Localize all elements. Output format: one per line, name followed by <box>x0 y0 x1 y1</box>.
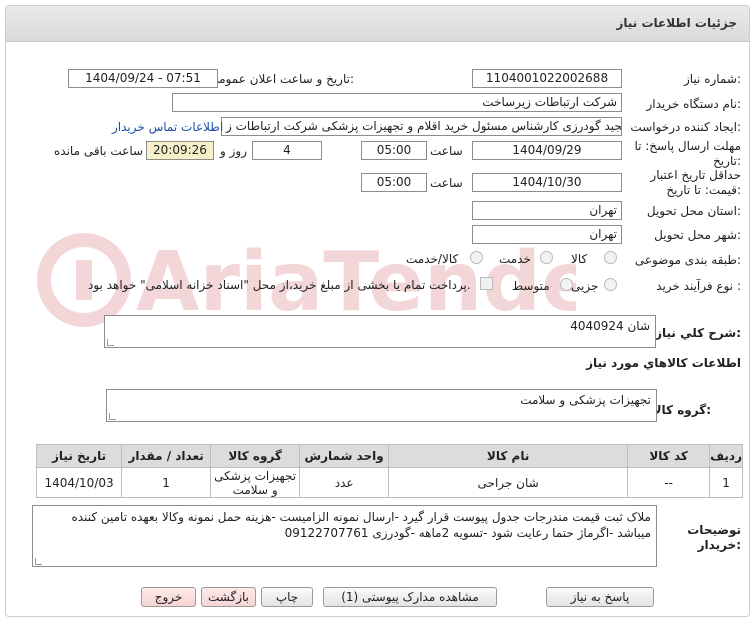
need-number-label: شماره نیاز: <box>683 72 741 86</box>
province-label: استان محل تحویل: <box>646 204 741 218</box>
process-minor-label: جزیی <box>571 279 599 293</box>
reply-button[interactable]: پاسخ به نیاز <box>546 587 654 607</box>
days-field: 4 <box>252 141 322 160</box>
cell-row: 1 <box>709 467 743 498</box>
validity-time-label: ساعت <box>430 176 463 190</box>
goods-group-textarea: تجهیزات پزشکی و سلامت <box>106 389 657 422</box>
treasury-checkbox[interactable] <box>480 277 493 290</box>
cell-group: تجهیزات پزشکی و سلامت <box>210 467 301 498</box>
goods-group-label: گروه کالا: <box>652 403 711 417</box>
category-goods-label: کالا <box>571 252 588 266</box>
reply-time-label: ساعت <box>430 144 463 158</box>
day-and-label: روز و <box>220 144 247 158</box>
cell-code: -- <box>627 467 711 498</box>
need-number-field: 1104001022002688 <box>472 69 622 88</box>
details-panel: جزئیات اطلاعات نیاز AriaTender.net شماره… <box>5 5 750 617</box>
category-service-radio[interactable] <box>540 251 553 264</box>
validity-time-field: 05:00 <box>361 173 427 192</box>
buyer-notes-textarea: ملاک ثبت قیمت مندرجات جدول پیوست قرار گی… <box>32 505 657 567</box>
category-goods-service-radio[interactable] <box>470 251 483 264</box>
summary-textarea: شان 4040924 <box>104 315 656 348</box>
contact-info-link[interactable]: اطلاعات تماس خریدار <box>112 120 223 134</box>
summary-label: شرح کلي نياز: <box>655 326 741 340</box>
category-service-label: خدمت <box>499 252 531 266</box>
validity-label: حداقل تاریخ اعتبار <box>650 168 741 182</box>
process-minor-radio[interactable] <box>604 278 617 291</box>
cell-name: شان جراحی <box>388 467 629 498</box>
resize-grip-icon[interactable] <box>35 558 42 565</box>
reply-deadline-label-2: تاریخ: <box>713 154 741 168</box>
goods-info-heading: اطلاعات كالاهاي مورد نياز <box>586 356 741 370</box>
requester-field: مجید گودرزی کارشناس مسئول خرید اقلام و ت… <box>221 117 622 136</box>
cell-unit: عدد <box>299 467 390 498</box>
reply-deadline-label: مهلت ارسال پاسخ: تا <box>634 139 741 153</box>
validity-date-field: 1404/10/30 <box>472 173 622 192</box>
buyer-org-field: شرکت ارتباطات زیرساخت <box>172 93 622 112</box>
cell-qty: 1 <box>121 467 212 498</box>
col-name-header: نام کالا <box>388 444 629 468</box>
summary-text: شان 4040924 <box>570 319 650 333</box>
table-header-row: ردیف کد کالا نام کالا واحد شمارش گروه کا… <box>35 444 743 468</box>
items-table: ردیف کد کالا نام کالا واحد شمارش گروه کا… <box>35 444 743 498</box>
category-label: طبقه بندی موضوعی: <box>634 253 741 267</box>
resize-grip-icon[interactable] <box>109 413 116 420</box>
process-label: نوع فرآیند خرید : <box>656 279 741 293</box>
col-group-header: گروه کالا <box>210 444 301 468</box>
col-row-header: ردیف <box>709 444 743 468</box>
buyer-notes-label: توضیحات <box>687 523 741 537</box>
remaining-time-field: 20:09:26 <box>146 141 214 160</box>
col-unit-header: واحد شمارش <box>299 444 390 468</box>
col-code-header: کد کالا <box>627 444 711 468</box>
category-goods-radio[interactable] <box>604 251 617 264</box>
reply-date-field: 1404/09/29 <box>472 141 622 160</box>
validity-label-2: قیمت: تا تاریخ: <box>666 183 741 197</box>
col-qty-header: تعداد / مقدار <box>121 444 212 468</box>
process-medium-radio[interactable] <box>560 278 573 291</box>
requester-label: ایجاد کننده درخواست: <box>630 120 741 134</box>
buyer-org-label: نام دستگاه خریدار: <box>646 97 742 111</box>
city-field: تهران <box>472 225 622 244</box>
announce-datetime-field: 1404/09/24 - 07:51 <box>68 69 218 88</box>
col-date-header: تاریخ نیاز <box>35 444 123 468</box>
resize-grip-icon[interactable] <box>107 339 114 346</box>
buyer-notes-label-2: خریدار: <box>697 538 741 552</box>
reply-time-field: 05:00 <box>361 141 427 160</box>
panel-title: جزئیات اطلاعات نیاز <box>616 16 737 30</box>
announce-datetime-label: تاریخ و ساعت اعلان عمومی: <box>209 72 354 86</box>
category-goods-service-label: کالا/خدمت <box>406 252 459 266</box>
print-button[interactable]: چاپ <box>261 587 313 607</box>
attachments-button[interactable]: مشاهده مدارک پیوستی (1) <box>323 587 497 607</box>
process-medium-label: متوسط <box>512 279 550 293</box>
remaining-label: ساعت باقی مانده <box>54 144 144 158</box>
goods-group-text: تجهیزات پزشکی و سلامت <box>520 393 651 407</box>
city-label: شهر محل تحویل: <box>654 228 741 242</box>
cell-date: 1404/10/03 <box>35 467 123 498</box>
table-row: 1 -- شان جراحی عدد تجهیزات پزشکی و سلامت… <box>35 467 743 498</box>
panel-header: جزئیات اطلاعات نیاز <box>6 6 749 42</box>
back-button[interactable]: بازگشت <box>201 587 256 607</box>
treasury-note: پرداخت تمام یا بخشی از مبلغ خرید،از محل … <box>88 278 471 292</box>
buyer-notes-text: ملاک ثبت قیمت مندرجات جدول پیوست قرار گی… <box>71 510 652 540</box>
exit-button[interactable]: خروج <box>141 587 196 607</box>
province-field: تهران <box>472 201 622 220</box>
